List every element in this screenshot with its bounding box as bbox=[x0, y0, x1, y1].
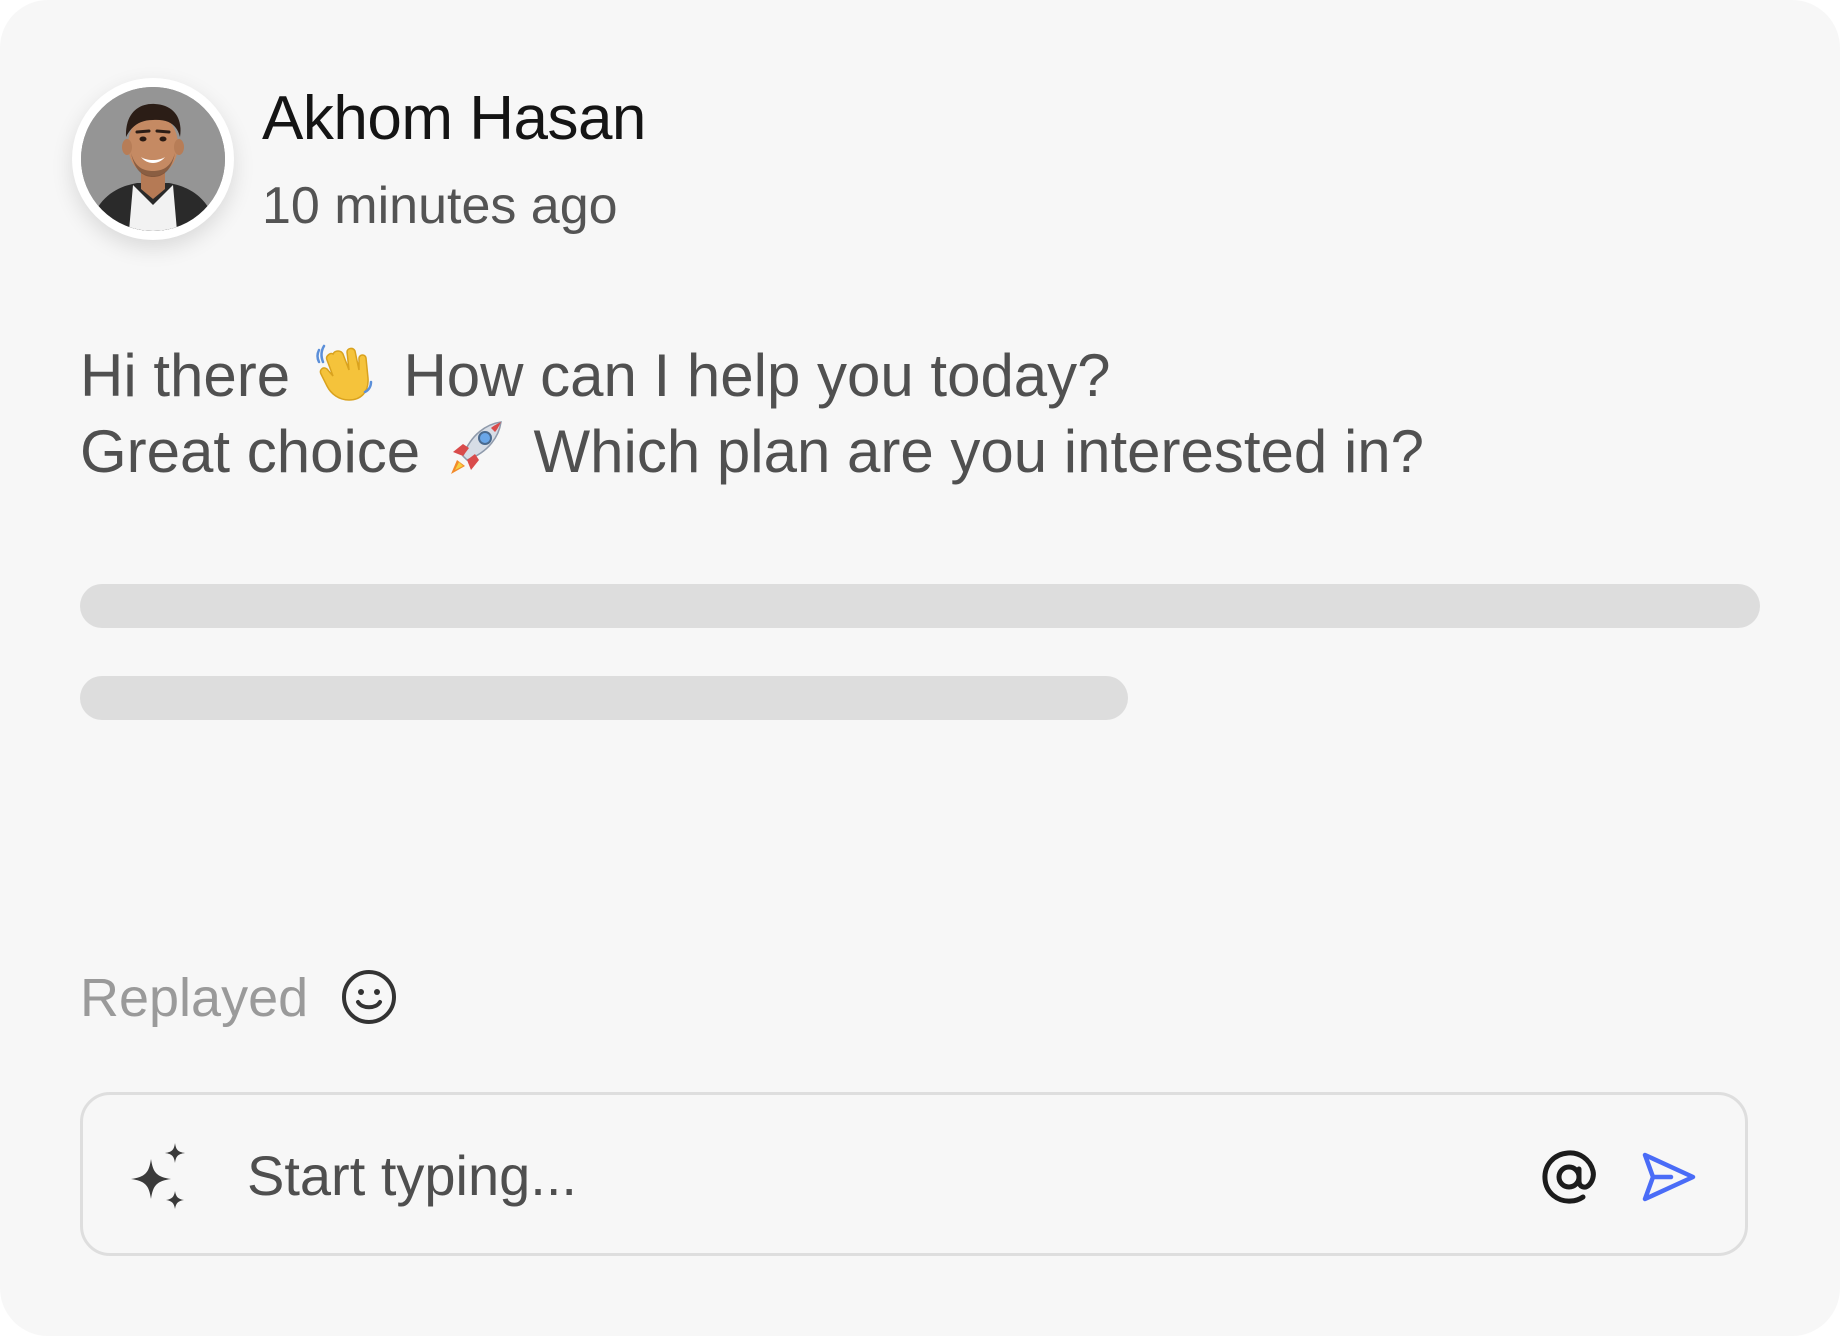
message-body: Hi there How can I help you today? Great… bbox=[80, 338, 1424, 490]
message-text: Hi there bbox=[80, 342, 291, 409]
message-input[interactable] bbox=[247, 1135, 1547, 1215]
rocket-emoji bbox=[450, 421, 502, 474]
chat-card: Akhom Hasan 10 minutes ago Hi there How … bbox=[0, 0, 1840, 1336]
message-text: Which plan are you interested in? bbox=[533, 418, 1425, 485]
sparkle-icon[interactable] bbox=[127, 1141, 191, 1213]
loading-skeleton-line bbox=[80, 676, 1128, 720]
message-line-2: Great choice Which plan are you interest… bbox=[80, 414, 1424, 490]
emoji-reaction-icon[interactable] bbox=[340, 968, 398, 1026]
message-line-1: Hi there How can I help you today? bbox=[80, 338, 1424, 414]
message-text: Great choice bbox=[80, 418, 421, 485]
waving-hand-emoji bbox=[316, 344, 373, 401]
loading-skeleton-line bbox=[80, 584, 1760, 628]
avatar-photo bbox=[81, 87, 225, 231]
message-composer bbox=[80, 1092, 1748, 1256]
at-icon[interactable] bbox=[1539, 1147, 1599, 1207]
send-icon[interactable] bbox=[1639, 1149, 1697, 1205]
message-text: How can I help you today? bbox=[403, 342, 1111, 409]
author-name: Akhom Hasan bbox=[262, 84, 646, 153]
avatar[interactable] bbox=[72, 78, 234, 240]
message-timestamp: 10 minutes ago bbox=[262, 177, 618, 235]
status-label: Replayed bbox=[80, 968, 309, 1028]
